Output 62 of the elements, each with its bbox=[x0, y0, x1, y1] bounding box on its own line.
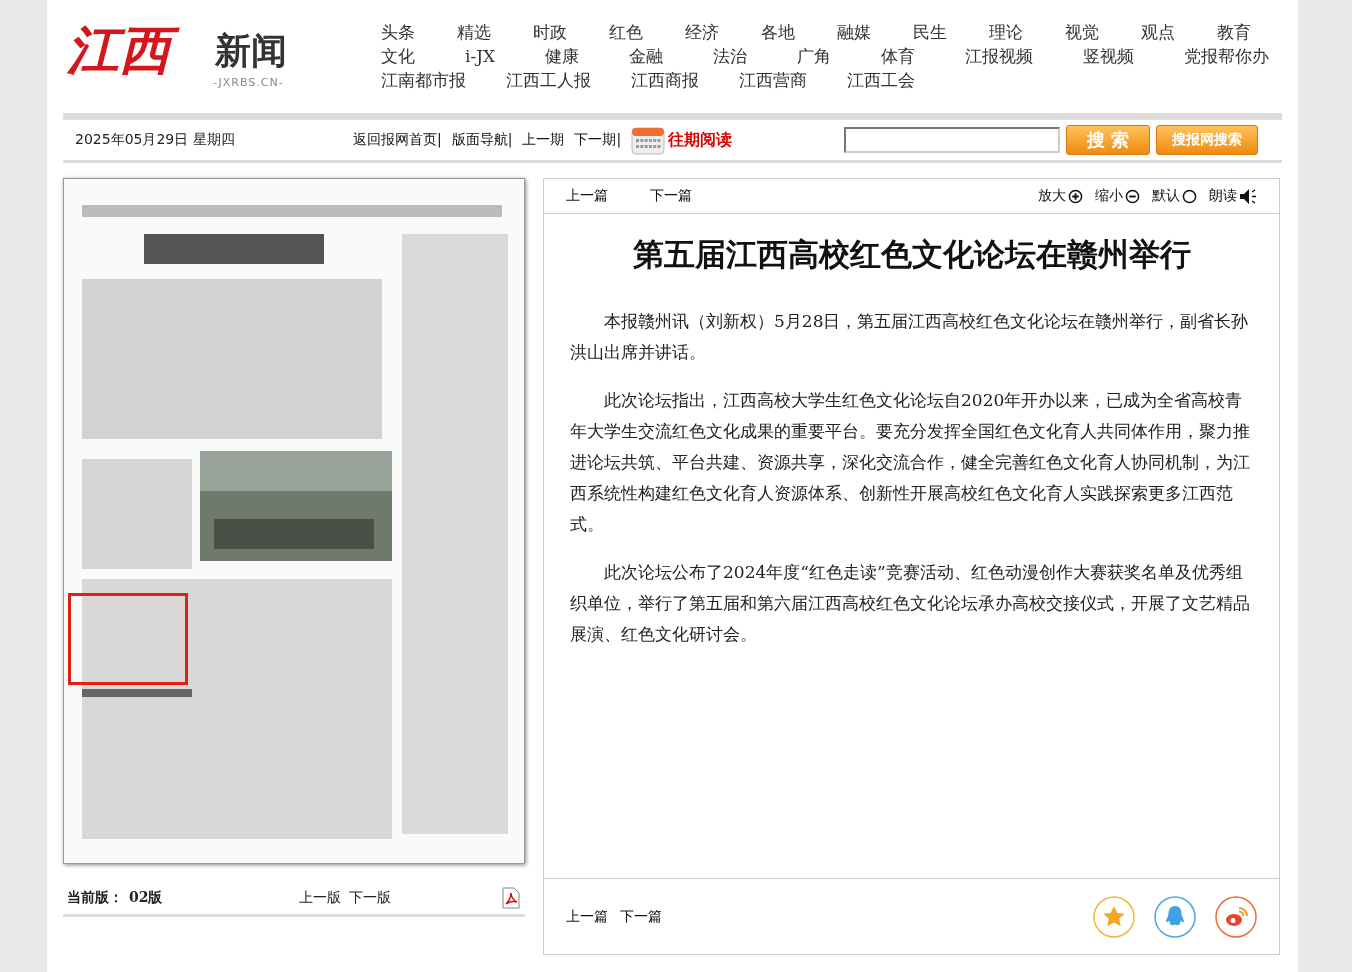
nav-link[interactable]: 广角 bbox=[797, 44, 832, 68]
tool-label[interactable]: 放大 bbox=[1038, 187, 1066, 205]
nav-link[interactable]: 江西商报 bbox=[631, 68, 699, 92]
nav-link[interactable]: 红色 bbox=[609, 20, 643, 44]
circle-icon[interactable] bbox=[1182, 188, 1197, 204]
article-nav-link[interactable]: 下一篇 bbox=[620, 907, 662, 926]
nav-link[interactable]: 理论 bbox=[989, 20, 1023, 44]
nav-link[interactable]: 江西工人报 bbox=[506, 68, 591, 92]
nav-link[interactable]: 精选 bbox=[457, 20, 491, 44]
zoom-in-icon[interactable] bbox=[1068, 188, 1083, 204]
next-page-link[interactable]: 下一版 bbox=[349, 889, 391, 907]
nav-link[interactable]: 民生 bbox=[913, 20, 947, 44]
toolbar-link[interactable]: 返回报网首页| bbox=[353, 131, 442, 149]
nav-link[interactable]: 竖视频 bbox=[1083, 44, 1135, 68]
prev-page-link[interactable]: 上一版 bbox=[299, 889, 341, 907]
nav-link[interactable]: 江南都市报 bbox=[381, 68, 466, 92]
highlight-frame[interactable] bbox=[68, 593, 188, 685]
nav-link[interactable]: 健康 bbox=[545, 44, 580, 68]
nav-link[interactable]: 各地 bbox=[761, 20, 795, 44]
zoom-out-icon[interactable] bbox=[1125, 188, 1140, 204]
nav-link[interactable]: 经济 bbox=[685, 20, 719, 44]
nav-link[interactable]: 金融 bbox=[629, 44, 664, 68]
toolbar-link[interactable]: 版面导航| bbox=[451, 131, 513, 149]
toolbar-link[interactable]: 下一期| bbox=[574, 131, 622, 149]
nav-link[interactable]: 头条 bbox=[381, 20, 415, 44]
tool-label[interactable]: 朗读 bbox=[1209, 187, 1237, 205]
speaker-icon[interactable] bbox=[1239, 187, 1257, 205]
nav-link[interactable]: 教育 bbox=[1217, 20, 1251, 44]
nav-link[interactable]: 江西营商 bbox=[739, 68, 807, 92]
archive-link[interactable]: 往期阅读 bbox=[668, 129, 733, 151]
pdf-icon[interactable] bbox=[501, 887, 521, 909]
weibo-icon[interactable] bbox=[1215, 895, 1257, 938]
nav-link[interactable]: 视觉 bbox=[1065, 20, 1099, 44]
article-paragraph: 本报赣州讯（刘新权）5月28日，第五届江西高校红色文化论坛在赣州举行，副省长孙洪山出席并讲话。 bbox=[570, 310, 1250, 364]
nav-link[interactable]: 江西工会 bbox=[847, 68, 915, 92]
nav-link[interactable]: 时政 bbox=[533, 20, 567, 44]
nav-link[interactable]: 文化 bbox=[381, 44, 415, 68]
calendar-icon[interactable] bbox=[631, 125, 666, 155]
article-nav-link[interactable]: 上一篇 bbox=[566, 187, 608, 205]
article-nav-link[interactable]: 下一篇 bbox=[650, 187, 692, 205]
logo-domain: -JXRBS.CN- bbox=[213, 76, 284, 89]
article-paragraph: 此次论坛公布了2024年度“红色走读”竞赛活动、红色动漫创作大赛获奖名单及优秀组织单位，举行了第五届和第六届江西高校红色文化论坛承办高校交接仪式，开展了文艺精品展演、红色文化研讨会。 bbox=[570, 561, 1251, 646]
nav-link[interactable]: 党报帮你办 bbox=[1184, 44, 1270, 68]
tool-label[interactable]: 缩小 bbox=[1095, 187, 1123, 205]
nav-link[interactable]: 江报视频 bbox=[965, 44, 1034, 68]
penguin-icon[interactable] bbox=[1154, 895, 1196, 938]
toolbar-link[interactable]: 上一期 bbox=[522, 131, 565, 149]
nav-link[interactable]: 融媒 bbox=[837, 20, 871, 44]
logo-text: 新闻 bbox=[215, 30, 287, 70]
article-paragraph: 此次论坛指出，江西高校大学生红色文化论坛自2020年开办以来，已成为全省高校青年大学生交流红色文化成果的重要平台。要充分发挥全国红色文化育人共同体作用，聚力推进论坛共筑、平台共建、资源共享，深化交流合作，健全完善红色文化育人协同机制，为江西系统性构建红色文化育人资源体系、创新性开展高校红色文化育人实践探索更多江西范式。 bbox=[570, 389, 1251, 536]
article-title: 第五届江西高校红色文化论坛在赣州举行 bbox=[631, 235, 1192, 274]
nav-link[interactable]: 观点 bbox=[1141, 20, 1175, 44]
date-text: 2025年05月29日 星期四 bbox=[75, 131, 236, 149]
nav-link[interactable]: i-JX bbox=[465, 44, 496, 68]
tool-label[interactable]: 默认 bbox=[1152, 187, 1180, 205]
edition-value: 02版 bbox=[129, 889, 164, 907]
nav-link[interactable]: 体育 bbox=[881, 44, 916, 68]
logo-text: 江西 bbox=[63, 10, 185, 90]
edition-label: 当前版： bbox=[67, 889, 123, 907]
nav-link[interactable]: 法治 bbox=[713, 44, 748, 68]
article-nav-link[interactable]: 上一篇 bbox=[566, 907, 608, 926]
search-field[interactable] bbox=[844, 127, 1061, 153]
